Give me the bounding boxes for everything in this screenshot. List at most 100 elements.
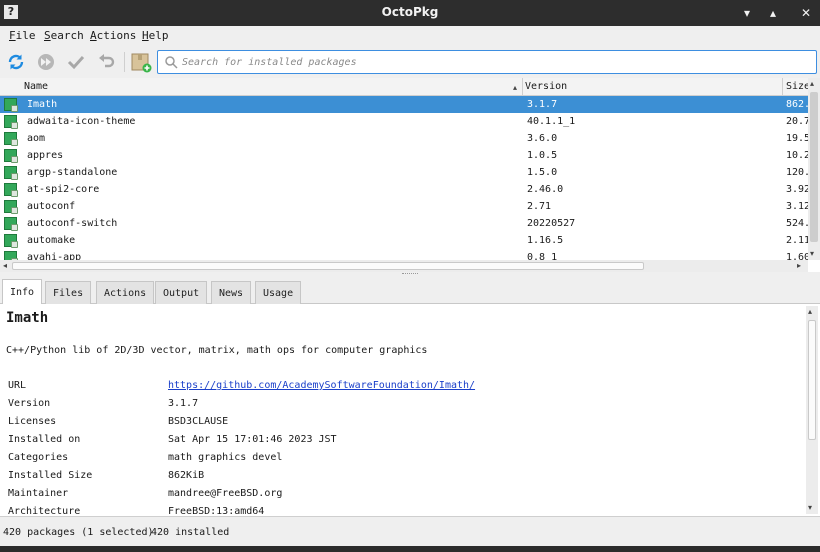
window-title: OctoPkg	[381, 5, 439, 19]
menu-search[interactable]: Search	[44, 29, 84, 42]
info-panel: Imath C++/Python lib of 2D/3D vector, ma…	[0, 304, 820, 517]
installed-package-icon	[4, 183, 18, 197]
cell-size: 120.	[786, 167, 808, 178]
cell-name: avahi-app	[27, 252, 82, 260]
search-input[interactable]: Search for installed packages	[157, 50, 817, 74]
maximize-button[interactable]: ▴	[764, 4, 782, 22]
cell-size: 3.92	[786, 184, 808, 195]
cell-name: Imath	[27, 99, 58, 110]
field-label: Installed on	[8, 434, 81, 445]
field-label: Licenses	[8, 416, 57, 427]
cell-name: autoconf-switch	[27, 218, 118, 229]
tab-info[interactable]: Info	[2, 279, 43, 305]
splitter-grip[interactable]	[402, 273, 418, 276]
cell-version: 1.5.0	[527, 167, 558, 178]
tab-output[interactable]: Output	[155, 281, 208, 304]
scrollbar-thumb[interactable]	[12, 262, 644, 270]
menu-help[interactable]: Help	[142, 29, 169, 42]
table-row[interactable]: automake 1.16.5 2.11	[0, 232, 808, 249]
cell-name: argp-standalone	[27, 167, 118, 178]
column-divider[interactable]	[522, 78, 523, 96]
scrollbar-thumb[interactable]	[810, 92, 818, 242]
field-label: Maintainer	[8, 488, 69, 499]
scroll-left-icon[interactable]: ◂	[3, 261, 7, 270]
column-size[interactable]: Size	[786, 81, 810, 92]
installed-package-icon	[4, 98, 18, 112]
table-row[interactable]: at-spi2-core 2.46.0 3.92	[0, 181, 808, 198]
installed-package-icon	[4, 149, 18, 163]
menu-actions[interactable]: Actions	[90, 29, 136, 42]
scroll-up-icon[interactable]: ▴	[810, 79, 814, 88]
toolbar-divider	[124, 52, 125, 72]
field-value: BSD3CLAUSE	[168, 416, 229, 427]
table-row[interactable]: autoconf-switch 20220527 524.	[0, 215, 808, 232]
cell-version: 2.46.0	[527, 184, 564, 195]
column-version[interactable]: Version	[525, 81, 567, 92]
cell-size: 20.7	[786, 116, 808, 127]
installed-package-icon	[4, 251, 18, 260]
cell-size: 862.	[786, 99, 808, 110]
table-row[interactable]: Imath 3.1.7 862.	[0, 96, 808, 113]
sync-icon	[8, 54, 24, 70]
title-bar: ? OctoPkg ▾ ▴ ✕	[0, 0, 820, 26]
cell-size: 2.11	[786, 235, 808, 246]
table-body: Imath 3.1.7 862. adwaita-icon-theme 40.1.1_1…	[0, 96, 808, 260]
system-upgrade-button[interactable]	[35, 51, 57, 73]
table-row[interactable]: avahi-app 0.8_1 1.60	[0, 249, 808, 260]
scrollbar-thumb[interactable]	[808, 320, 816, 440]
search-icon	[165, 56, 178, 69]
field-value: 3.1.7	[168, 398, 199, 409]
table-row[interactable]: appres 1.0.5 10.2	[0, 147, 808, 164]
field-value: Sat Apr 15 17:01:46 2023 JST	[168, 434, 337, 445]
installed-count: 420 installed	[151, 527, 230, 538]
tab-news[interactable]: News	[211, 281, 252, 304]
menu-file[interactable]: File	[9, 29, 36, 42]
cell-version: 40.1.1_1	[527, 116, 576, 127]
column-name[interactable]: Name	[24, 81, 48, 92]
table-row[interactable]: argp-standalone 1.5.0 120.	[0, 164, 808, 181]
menu-bar: File Search Actions Help	[0, 26, 820, 46]
homepage-link[interactable]: https://github.com/AcademySoftwareFounda…	[168, 380, 475, 391]
table-row[interactable]: aom 3.6.0 19.5	[0, 130, 808, 147]
minimize-button[interactable]: ▾	[738, 4, 756, 22]
cell-size: 19.5	[786, 133, 808, 144]
install-local-package-button[interactable]	[130, 51, 152, 73]
table-row[interactable]: adwaita-icon-theme 40.1.1_1 20.7	[0, 113, 808, 130]
tab-bar: Info Files Actions Output News Usage	[0, 278, 820, 305]
package-count: 420 packages (1 selected)	[3, 527, 154, 538]
cell-version: 3.1.7	[527, 99, 558, 110]
close-button[interactable]: ✕	[797, 4, 815, 22]
table-horizontal-scrollbar[interactable]: ◂ ▸	[0, 260, 808, 272]
package-add-icon	[131, 53, 152, 73]
scroll-right-icon[interactable]: ▸	[797, 261, 801, 270]
cell-size: 524.	[786, 218, 808, 229]
commit-button[interactable]	[65, 51, 87, 73]
fast-forward-icon	[38, 54, 54, 70]
cell-name: at-spi2-core	[27, 184, 100, 195]
table-vertical-scrollbar[interactable]: ▴ ▾	[808, 78, 820, 260]
scroll-down-icon[interactable]: ▾	[810, 249, 814, 258]
scroll-up-icon[interactable]: ▴	[808, 307, 812, 316]
info-vertical-scrollbar[interactable]: ▴ ▾	[806, 306, 818, 514]
cell-version: 3.6.0	[527, 133, 558, 144]
field-value: 862KiB	[168, 470, 205, 481]
package-table: Name ▴ Version Size Imath 3.1.7 862. adwait…	[0, 78, 820, 272]
tab-files[interactable]: Files	[45, 281, 92, 304]
sort-ascending-icon: ▴	[513, 83, 518, 92]
field-value: mandree@FreeBSD.org	[168, 488, 283, 499]
tab-usage[interactable]: Usage	[255, 281, 302, 304]
package-description: C++/Python lib of 2D/3D vector, matrix, …	[6, 345, 428, 356]
table-row[interactable]: autoconf 2.71 3.12	[0, 198, 808, 215]
cell-name: adwaita-icon-theme	[27, 116, 136, 127]
package-name: Imath	[6, 310, 49, 326]
scroll-down-icon[interactable]: ▾	[808, 503, 812, 512]
sync-button[interactable]	[5, 51, 27, 73]
cell-name: aom	[27, 133, 46, 144]
tab-actions[interactable]: Actions	[96, 281, 155, 304]
cell-version: 1.0.5	[527, 150, 558, 161]
column-divider[interactable]	[782, 78, 783, 96]
rollback-button[interactable]	[95, 51, 117, 73]
checkmark-icon	[67, 55, 85, 70]
cell-version: 1.16.5	[527, 235, 564, 246]
cell-version: 0.8_1	[527, 252, 558, 260]
